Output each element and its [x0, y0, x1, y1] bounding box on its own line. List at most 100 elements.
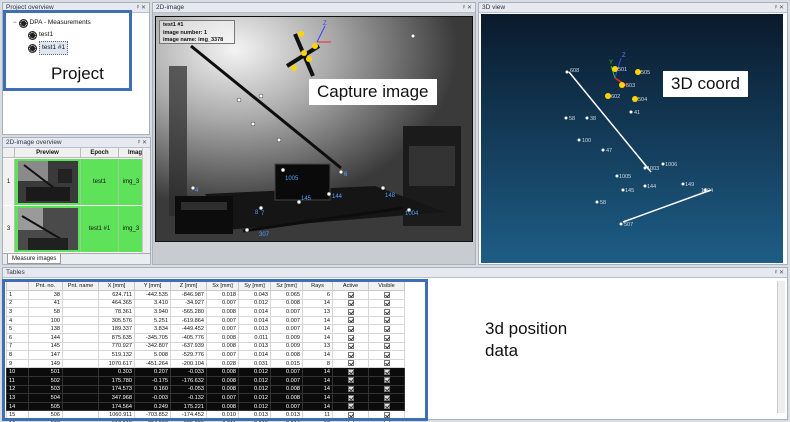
table-cell: 0.012 — [238, 393, 271, 403]
table-row[interactable]: 7 145 770.927 -342.807 -637.939 0.008 0.013 0.0… — [6, 341, 405, 352]
visible-checkbox[interactable] — [383, 394, 390, 401]
active-checkbox[interactable] — [347, 300, 354, 307]
pin-icon[interactable]: ᵖ ✕ — [463, 3, 472, 12]
tree-root[interactable]: − DPA - Measurements — [13, 17, 91, 29]
table-row[interactable]: 8 147 519.132 5.008 -529.776 0.007 0.014 0.008 1… — [6, 350, 405, 360]
point-label: 1003 — [647, 166, 659, 172]
row-index: 3 — [3, 206, 15, 252]
visible-checkbox[interactable] — [383, 386, 390, 393]
table-cell: -619.864 — [170, 315, 207, 326]
visible-checkbox[interactable] — [383, 368, 390, 375]
visible-checkbox[interactable] — [383, 403, 390, 410]
tree-item-test1-1[interactable]: test1 #1 — [13, 41, 91, 55]
active-checkbox[interactable] — [347, 308, 354, 315]
pin-icon[interactable]: ᵖ ✕ — [775, 3, 784, 12]
table-cell: 3 — [6, 307, 29, 317]
col-visible[interactable]: Visible — [368, 281, 405, 291]
pin-icon[interactable]: ᵖ ✕ — [138, 138, 147, 147]
active-checkbox[interactable] — [347, 343, 354, 350]
visible-checkbox[interactable] — [383, 377, 390, 384]
col-y[interactable]: Y [mm] — [134, 281, 171, 291]
preview-header[interactable]: Preview — [15, 148, 81, 157]
overview-row[interactable]: 3 test1 #1 img_3 — [3, 206, 143, 252]
active-checkbox[interactable] — [347, 368, 354, 375]
pin-icon[interactable]: ᵖ ✕ — [137, 3, 146, 12]
tab-measure-images[interactable]: Measure images — [7, 254, 62, 264]
visible-checkbox[interactable] — [383, 351, 390, 358]
active-checkbox[interactable] — [347, 411, 354, 418]
col-x[interactable]: X [mm] — [98, 281, 135, 291]
active-checkbox[interactable] — [347, 386, 354, 393]
col-index[interactable] — [6, 281, 29, 291]
visible-checkbox[interactable] — [383, 291, 390, 298]
table-cell: 1 — [6, 290, 29, 300]
visible-checkbox[interactable] — [383, 411, 390, 418]
table-row[interactable]: 1 38 624.711 -442.535 -846.987 0.018 0.043 0.06… — [6, 290, 405, 300]
view3d-canvas[interactable]: Z Y 608 501 505 503 602 504 41 58 38 100… — [481, 14, 783, 263]
table-cell: 0.018 — [206, 290, 239, 300]
table-row[interactable]: 5 138 189.337 3.834 -449.452 0.007 0.013 0.007 1… — [6, 324, 405, 334]
table-row[interactable]: 2 41 464.365 3.410 -34.927 0.007 0.012 0.008 14 — [6, 298, 405, 309]
visible-checkbox-cell — [368, 307, 405, 317]
pin-icon[interactable]: ᵖ ✕ — [775, 268, 784, 277]
col-sx[interactable]: Sx [mm] — [206, 281, 239, 291]
table-cell: 347.968 — [98, 393, 135, 403]
active-checkbox[interactable] — [347, 334, 354, 341]
overview-row[interactable]: 1 test1 img_3 — [3, 159, 143, 205]
point-label: 58 — [600, 200, 606, 206]
col-pnt-no[interactable]: Pnt. no. — [28, 281, 63, 291]
col-rays[interactable]: Rays — [302, 281, 333, 291]
active-checkbox[interactable] — [347, 377, 354, 384]
table-row[interactable]: 11 502 175.780 -0.175 -176.632 0.008 0.012 0.00… — [6, 375, 405, 386]
col-active[interactable]: Active — [332, 281, 369, 291]
visible-checkbox[interactable] — [383, 325, 390, 332]
overview-scrollbar[interactable] — [142, 148, 150, 254]
visible-checkbox-cell — [368, 332, 405, 343]
table-row[interactable]: 3 58 78.361 3.940 -565.280 0.008 0.014 0.007 13 — [6, 307, 405, 317]
table-row[interactable]: 9 149 1070.617 -451.264 -200.104 0.028 0.031 0.… — [6, 358, 405, 369]
table-row[interactable]: 10 501 0.303 0.207 -0.033 0.008 0.012 0.007 14 — [6, 367, 405, 377]
visible-checkbox[interactable] — [383, 308, 390, 315]
active-checkbox[interactable] — [347, 394, 354, 401]
table-cell — [62, 315, 99, 326]
visible-checkbox[interactable] — [383, 360, 390, 367]
table-cell: 0.007 — [270, 367, 303, 377]
overview-tabbar: Measure images — [3, 253, 150, 264]
visible-checkbox[interactable] — [383, 334, 390, 341]
epoch-header[interactable]: Epoch — [81, 148, 119, 157]
capture-image[interactable]: Z 1005 145 144 6 148 1004 7 8 307 4 — [155, 16, 473, 242]
point-label: 38 — [590, 116, 596, 122]
table-cell: 0.007 — [270, 324, 303, 334]
table-cell: -565.280 — [170, 307, 207, 317]
table-row[interactable]: 6 144 875.635 -345.705 -405.776 0.008 0.011 0.0… — [6, 332, 405, 343]
table-cell: 14 — [302, 324, 333, 334]
tree-item-test1[interactable]: test1 — [13, 29, 91, 41]
col-z[interactable]: Z [mm] — [170, 281, 207, 291]
active-checkbox[interactable] — [347, 291, 354, 298]
active-checkbox[interactable] — [347, 317, 354, 324]
active-checkbox[interactable] — [347, 360, 354, 367]
visible-checkbox[interactable] — [383, 300, 390, 307]
active-checkbox[interactable] — [347, 351, 354, 358]
table-row[interactable]: 14 505 174.564 0.249 175.221 0.008 0.012 0.007 1… — [6, 401, 405, 412]
active-checkbox-cell — [332, 350, 369, 360]
table-cell: 0.007 — [270, 401, 303, 412]
table-row[interactable]: 12 503 174.573 0.160 -0.053 0.008 0.012 0.008 14 — [6, 384, 405, 395]
table-row[interactable]: 13 504 347.968 -0.003 -0.132 0.007 0.012 0.008 1… — [6, 393, 405, 403]
table-cell: 504 — [28, 393, 63, 403]
table-cell: 506 — [28, 410, 63, 420]
active-checkbox[interactable] — [347, 325, 354, 332]
col-sz[interactable]: Sz [mm] — [270, 281, 303, 291]
coord-annotation: 3D coord — [663, 71, 748, 97]
expand-icon[interactable]: − — [13, 17, 17, 29]
col-pnt-name[interactable]: Pnt. name — [62, 281, 99, 291]
visible-checkbox[interactable] — [383, 317, 390, 324]
table-row[interactable]: 15 506 1060.911 -703.852 -174.452 0.010 0.013 0… — [6, 410, 405, 420]
visible-checkbox[interactable] — [383, 343, 390, 350]
table-row[interactable]: 4 100 305.576 5.251 -619.864 0.007 0.014 0.007 1… — [6, 315, 405, 326]
col-sy[interactable]: Sy [mm] — [238, 281, 271, 291]
active-checkbox-cell — [332, 410, 369, 420]
tables-scrollbar[interactable] — [777, 281, 785, 413]
table-cell: 0.012 — [238, 298, 271, 309]
active-checkbox[interactable] — [347, 403, 354, 410]
